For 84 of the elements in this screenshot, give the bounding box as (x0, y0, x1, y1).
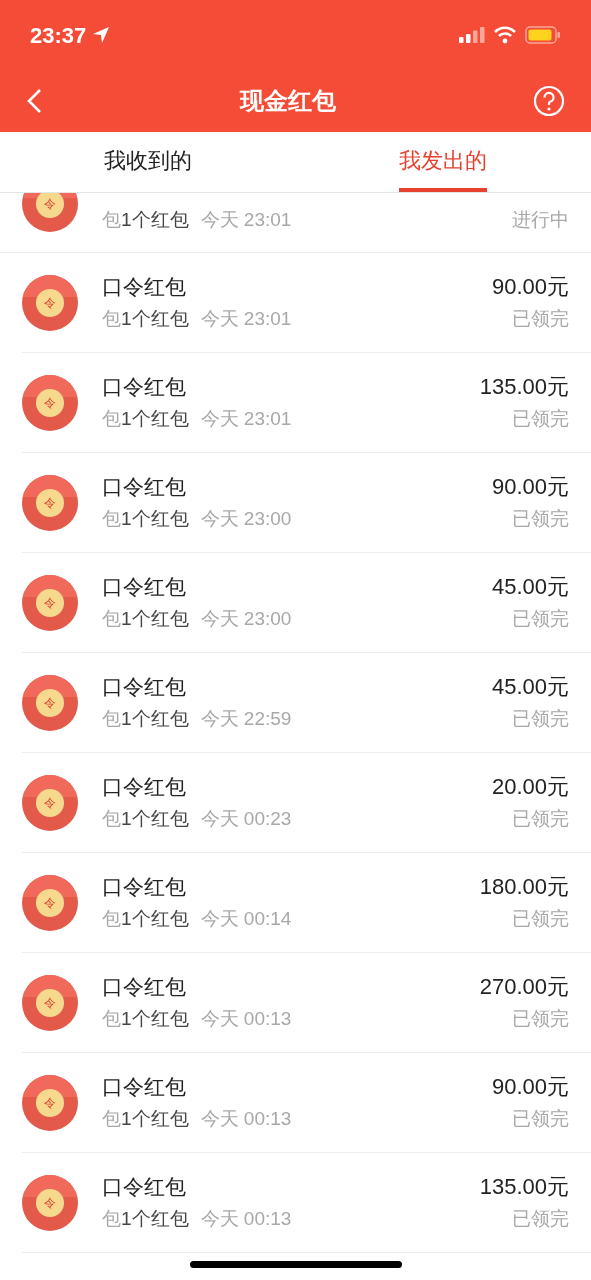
icon-character: 令 (44, 696, 56, 709)
packet-time: 今天 23:00 (200, 506, 292, 531)
signal-icon (459, 27, 485, 43)
packet-row[interactable]: 令 口令红包 包1个红包 今天 00:13 90.00元 已领完 (0, 1053, 591, 1152)
packet-row[interactable]: 令 口令红包 包1个红包 今天 23:01 90.00元 已领完 (0, 253, 591, 352)
packet-status: 已领完 (512, 906, 569, 931)
clock-time: 23:37 (30, 21, 87, 50)
icon-character: 令 (44, 996, 56, 1009)
packet-time: 今天 23:00 (200, 606, 292, 631)
packet-count: 包1个红包 (102, 506, 189, 531)
packet-count: 包1个红包 (102, 806, 189, 831)
packet-title: 口令红包 (102, 773, 187, 800)
packet-row[interactable]: 令 口令红包 包1个红包 今天 23:00 45.00元 已领完 (0, 553, 591, 652)
packet-amount: 90.00元 (491, 1072, 569, 1101)
packet-title: 口令红包 (102, 673, 187, 700)
tab[interactable]: 我发出的 (399, 132, 488, 192)
packet-count: 包1个红包 (102, 1106, 189, 1131)
packet-status: 已领完 (512, 506, 569, 531)
packet-count: 包1个红包 (102, 306, 189, 331)
icon-character: 令 (44, 796, 56, 809)
packet-amount: 135.00元 (479, 1172, 569, 1201)
packet-row[interactable]: 令 口令红包 包1个红包 今天 22:59 45.00元 已领完 (0, 653, 591, 752)
packet-status: 已领完 (512, 706, 569, 731)
packet-count: 包1个红包 (102, 706, 189, 731)
packet-title: 口令红包 (102, 273, 187, 300)
packet-status: 已领完 (512, 306, 569, 331)
packet-count: 包1个红包 (102, 606, 189, 631)
packet-amount: 45.00元 (491, 572, 569, 601)
packet-title: 口令红包 (102, 973, 187, 1000)
packet-time: 今天 00:13 (200, 1206, 292, 1231)
packet-status: 已领完 (512, 1206, 569, 1231)
icon-character: 令 (44, 1096, 56, 1109)
packet-row[interactable]: 令 口令红包 包1个红包 今天 00:14 180.00元 已领完 (0, 853, 591, 952)
packet-row[interactable]: 令 口令红包 包1个红包 今天 00:13 270.00元 已领完 (0, 953, 591, 1052)
icon-character: 令 (44, 596, 56, 609)
packet-time: 今天 23:01 (200, 208, 292, 233)
packet-title: 口令红包 (102, 1173, 187, 1200)
battery-icon (525, 26, 561, 44)
icon-character: 令 (44, 1196, 56, 1209)
packet-amount: 90.00元 (491, 272, 569, 301)
back-icon[interactable] (26, 88, 42, 114)
icon-character: 令 (44, 496, 56, 509)
packet-amount: 45.00元 (491, 672, 569, 701)
location-arrow-icon (92, 26, 111, 44)
packet-time: 今天 00:23 (200, 806, 292, 831)
icon-character: 令 (44, 198, 56, 210)
packet-amount: 180.00元 (479, 872, 569, 901)
packet-status: 进行中 (512, 208, 569, 232)
packet-amount: 20.00元 (491, 772, 569, 801)
icon-character: 令 (44, 396, 56, 409)
packet-time: 今天 00:13 (200, 1106, 292, 1131)
tab[interactable]: 我收到的 (103, 132, 192, 192)
packet-count: 包1个红包 (102, 906, 189, 931)
packet-row[interactable]: 令 口令红包 包1个红包 今天 00:13 135.00元 已领完 (0, 1153, 591, 1252)
packet-count: 包1个红包 (102, 1206, 189, 1231)
packet-amount: 90.00元 (491, 472, 569, 501)
packet-status: 已领完 (512, 406, 569, 431)
help-icon[interactable] (533, 85, 565, 117)
packet-count: 包1个红包 (102, 406, 189, 431)
packet-amount: 270.00元 (479, 972, 569, 1001)
packet-count: 包1个红包 (102, 208, 189, 233)
packet-time: 今天 00:13 (200, 1006, 292, 1031)
packet-row[interactable]: 令 口令红包 包1个红包 今天 23:00 90.00元 已领完 (0, 453, 591, 552)
packet-row[interactable]: 令 口令红包 包1个红包 今天 00:23 20.00元 已领完 (0, 753, 591, 852)
packet-title: 口令红包 (102, 473, 187, 500)
packet-count: 包1个红包 (102, 1006, 189, 1031)
packet-title: 口令红包 (102, 873, 187, 900)
packet-title: 口令红包 (102, 373, 187, 400)
wifi-icon (493, 26, 517, 44)
packet-amount: 135.00元 (479, 372, 569, 401)
packet-status: 已领完 (512, 806, 569, 831)
packet-status: 已领完 (512, 606, 569, 631)
page-title: 现金红包 (239, 86, 336, 116)
packet-status: 已领完 (512, 1106, 569, 1131)
icon-character: 令 (44, 896, 56, 909)
packet-title: 口令红包 (102, 1073, 187, 1100)
packet-time: 今天 23:01 (200, 406, 292, 431)
packet-status: 已领完 (512, 1006, 569, 1031)
packet-time: 今天 23:01 (200, 306, 292, 331)
icon-character: 令 (44, 296, 56, 309)
packet-time: 今天 00:14 (200, 906, 292, 931)
packet-time: 今天 22:59 (200, 706, 292, 731)
packet-title: 口令红包 (102, 573, 187, 600)
packet-row[interactable]: 令 口令红包 包1个红包 今天 23:01 135.00元 已领完 (0, 353, 591, 452)
